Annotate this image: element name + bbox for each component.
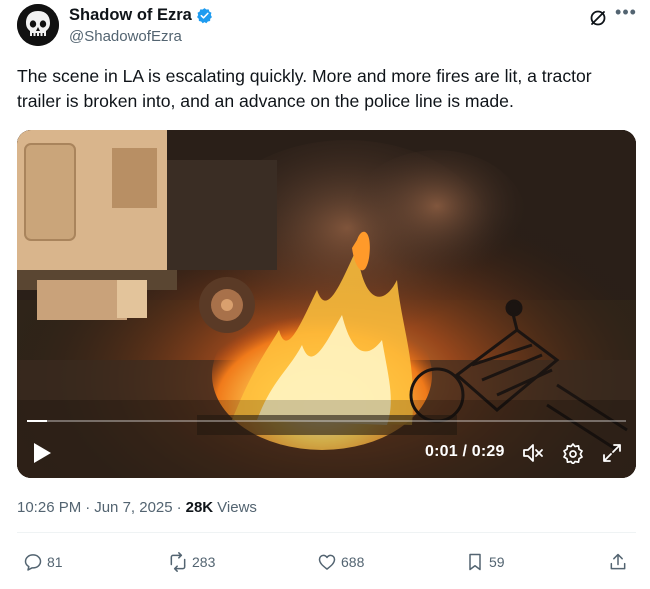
reply-button[interactable]: 81: [23, 552, 63, 572]
video-time-display: 0:01 / 0:29: [425, 443, 505, 460]
video-player[interactable]: 0:01 / 0:29: [17, 130, 636, 478]
verified-badge-icon[interactable]: [196, 7, 213, 24]
tweet-timestamp[interactable]: 10:26 PM: [17, 499, 81, 516]
bookmark-count: 59: [489, 554, 505, 570]
author-name-row: Shadow of Ezra: [69, 6, 213, 25]
tweet-card: Shadow of Ezra @ShadowofEzra ••• The sce…: [0, 0, 650, 589]
bookmark-icon: [469, 553, 481, 571]
tweet-text: The scene in LA is escalating quickly. M…: [17, 66, 592, 111]
meta-separator: ·: [85, 499, 91, 516]
like-count: 688: [341, 554, 365, 570]
play-icon[interactable]: [32, 442, 52, 464]
views-count: 28K: [185, 499, 214, 516]
author-display-name[interactable]: Shadow of Ezra: [69, 6, 192, 25]
share-button[interactable]: [608, 552, 632, 572]
skull-avatar-icon: [17, 4, 59, 46]
avatar[interactable]: [17, 4, 59, 46]
divider: [17, 532, 636, 533]
video-progress-fill: [27, 420, 48, 422]
grok-icon[interactable]: [588, 8, 608, 28]
repost-count: 283: [192, 554, 216, 570]
meta-separator: ·: [176, 499, 182, 516]
video-frame: [17, 130, 636, 478]
reply-icon: [24, 554, 42, 571]
bookmark-button[interactable]: 59: [465, 552, 505, 572]
tweet-meta: 10:26 PM · Jun 7, 2025 · 28K Views: [17, 499, 257, 516]
repost-icon: [170, 552, 186, 572]
settings-icon[interactable]: [562, 442, 584, 464]
reply-count: 81: [47, 554, 63, 570]
like-button[interactable]: 688: [317, 552, 364, 572]
mute-icon[interactable]: [522, 443, 544, 463]
repost-button[interactable]: 283: [168, 552, 215, 572]
more-options-icon[interactable]: •••: [614, 3, 638, 24]
author-handle[interactable]: @ShadowofEzra: [69, 28, 182, 45]
fullscreen-icon[interactable]: [602, 443, 622, 463]
views-label: Views: [217, 499, 257, 516]
share-icon: [610, 553, 626, 570]
heart-icon: [318, 554, 336, 570]
tweet-date[interactable]: Jun 7, 2025: [94, 499, 172, 516]
video-progress-bar[interactable]: [27, 420, 626, 422]
action-bar: 81 283 688 59: [0, 552, 650, 578]
